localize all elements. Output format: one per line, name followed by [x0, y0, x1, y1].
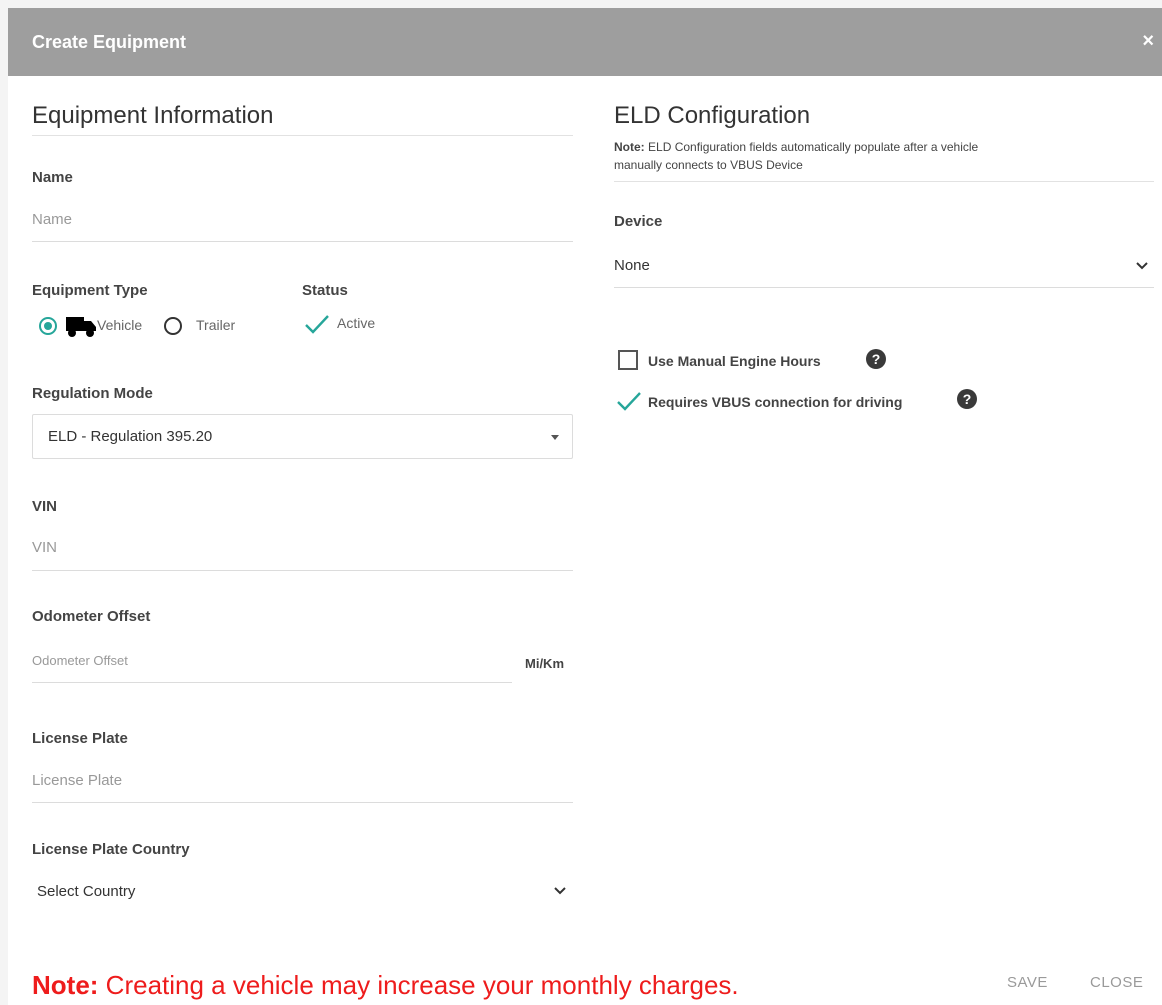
- odometer-offset-label: Odometer Offset: [32, 608, 151, 625]
- odometer-offset-underline: [32, 682, 512, 683]
- use-manual-engine-hours-label: Use Manual Engine Hours: [648, 353, 821, 369]
- equipment-type-label: Equipment Type: [32, 282, 148, 299]
- eld-note-text: ELD Configuration fields automatically p…: [648, 140, 979, 154]
- monthly-charges-note: Note: Creating a vehicle may increase yo…: [32, 970, 739, 1001]
- name-input[interactable]: Name: [32, 211, 72, 228]
- vin-input-underline: [32, 570, 573, 571]
- license-plate-country-label: License Plate Country: [32, 841, 190, 858]
- help-icon[interactable]: ?: [957, 389, 977, 409]
- close-icon[interactable]: ×: [1142, 30, 1154, 53]
- license-plate-country-value: Select Country: [37, 883, 136, 900]
- status-label: Status: [302, 282, 348, 299]
- eld-config-divider: [614, 181, 1154, 182]
- vin-input[interactable]: VIN: [32, 539, 57, 556]
- regulation-mode-value: ELD - Regulation 395.20: [48, 428, 213, 445]
- active-check-icon: [305, 315, 329, 334]
- device-underline: [614, 287, 1154, 288]
- device-value: None: [614, 257, 650, 274]
- vehicle-radio[interactable]: [39, 317, 57, 335]
- name-label: Name: [32, 169, 73, 186]
- device-label: Device: [614, 213, 663, 230]
- license-plate-input[interactable]: License Plate: [32, 772, 122, 789]
- chevron-down-icon: [1136, 262, 1148, 270]
- eld-config-note: Note: ELD Configuration fields automatic…: [614, 138, 1154, 174]
- eld-note-text-2: manually connects to VBUS Device: [614, 158, 803, 172]
- truck-icon: [66, 317, 96, 337]
- device-select[interactable]: None: [614, 252, 1154, 288]
- license-plate-underline: [32, 802, 573, 803]
- requires-vbus-label: Requires VBUS connection for driving: [648, 394, 903, 410]
- chevron-down-icon: [554, 887, 566, 895]
- regulation-mode-select[interactable]: ELD - Regulation 395.20: [32, 414, 573, 459]
- status-value: Active: [337, 315, 376, 331]
- footer-note-prefix: Note:: [32, 970, 99, 1000]
- save-button[interactable]: SAVE: [1007, 974, 1048, 991]
- use-manual-engine-hours-checkbox[interactable]: [618, 350, 638, 370]
- help-icon[interactable]: ?: [866, 349, 886, 369]
- name-input-underline: [32, 241, 573, 242]
- equipment-info-divider: [32, 135, 573, 136]
- trailer-option-label: Trailer: [196, 317, 236, 333]
- create-equipment-modal: Create Equipment × Equipment Information…: [8, 8, 1162, 1005]
- regulation-mode-label: Regulation Mode: [32, 385, 153, 402]
- requires-vbus-check-icon[interactable]: [616, 390, 642, 412]
- equipment-information-title: Equipment Information: [32, 102, 274, 129]
- license-plate-country-select[interactable]: Select Country: [32, 874, 573, 908]
- caret-down-icon: [551, 435, 559, 440]
- close-button[interactable]: CLOSE: [1090, 974, 1143, 991]
- odometer-unit-label: Mi/Km: [525, 656, 564, 671]
- footer-note-text: Creating a vehicle may increase your mon…: [105, 970, 739, 1000]
- modal-header: Create Equipment ×: [8, 8, 1162, 76]
- vehicle-option-label: Vehicle: [97, 317, 143, 333]
- license-plate-label: License Plate: [32, 730, 128, 747]
- trailer-radio[interactable]: [164, 317, 182, 335]
- eld-note-prefix: Note:: [614, 140, 645, 154]
- eld-configuration-title: ELD Configuration: [614, 102, 811, 129]
- vin-label: VIN: [32, 498, 58, 515]
- odometer-offset-input[interactable]: Odometer Offset: [32, 653, 128, 668]
- modal-title: Create Equipment: [32, 32, 187, 52]
